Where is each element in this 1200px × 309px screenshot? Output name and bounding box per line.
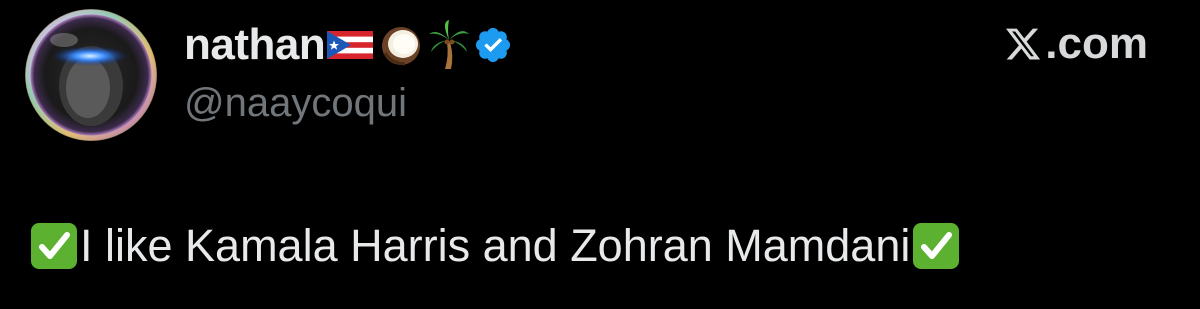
tweet-text: I like Kamala Harris and Zohran Mamdani	[80, 220, 911, 271]
site-label: .com	[1045, 19, 1148, 68]
tweet-body: I like Kamala Harris and Zohran Mamdani	[28, 216, 962, 276]
author-name-row[interactable]: nathan	[184, 20, 513, 70]
site-watermark: .com	[1003, 18, 1148, 70]
avatar[interactable]	[24, 8, 158, 142]
puerto-rico-flag-icon	[327, 29, 375, 61]
coconut-icon	[377, 23, 425, 67]
check-mark-button-icon	[31, 223, 77, 269]
x-logo-icon	[1006, 28, 1041, 60]
palm-tree-icon	[427, 20, 471, 70]
display-name[interactable]: nathan	[184, 20, 326, 70]
check-mark-button-icon	[913, 223, 960, 269]
verified-badge-icon[interactable]	[473, 25, 513, 65]
author-handle[interactable]: @naaycoqui	[184, 80, 407, 126]
